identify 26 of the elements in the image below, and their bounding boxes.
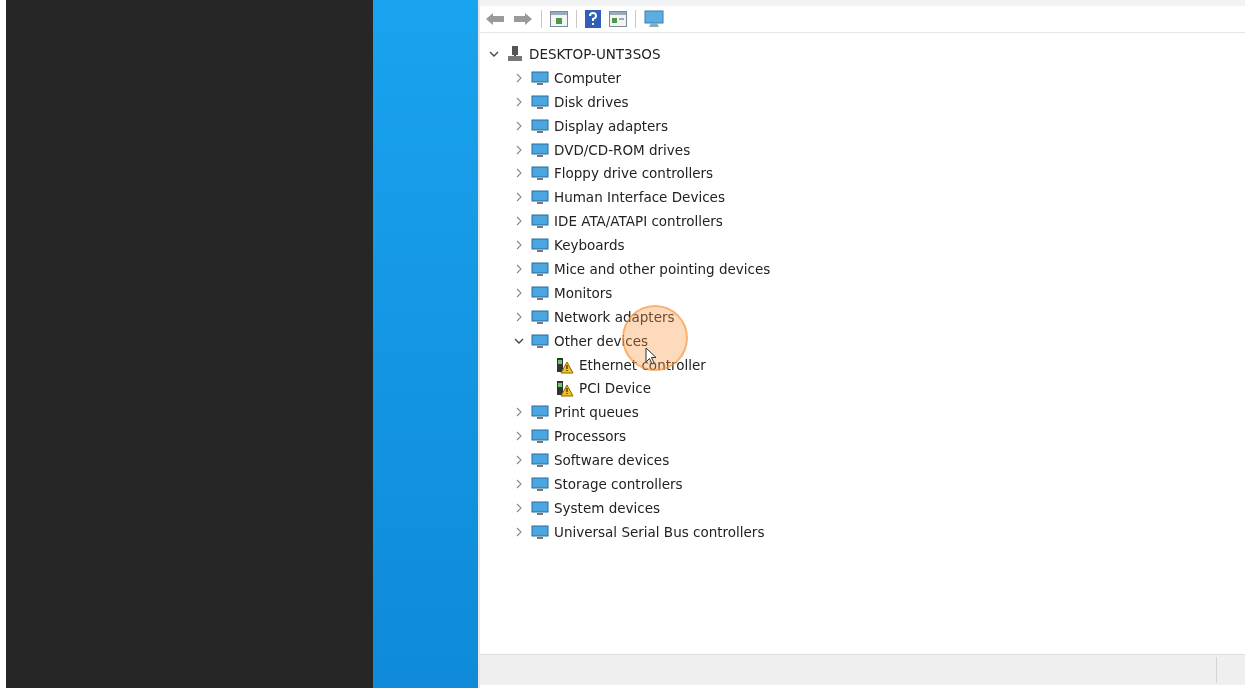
tree-item[interactable]: Storage controllers bbox=[554, 475, 683, 492]
tree-item[interactable]: Monitors bbox=[554, 284, 613, 301]
tree-item[interactable]: Keyboards bbox=[554, 237, 625, 254]
monitor-icon[interactable] bbox=[644, 10, 664, 28]
tree-item[interactable]: Other devices bbox=[554, 332, 648, 349]
tree-item[interactable]: DVD/CD-ROM drives bbox=[554, 141, 691, 158]
tree-item[interactable]: Universal Serial Bus controllers bbox=[554, 523, 765, 540]
window-icon[interactable] bbox=[609, 11, 627, 27]
tree-item[interactable]: Print queues bbox=[554, 404, 639, 421]
tree-item[interactable]: Processors bbox=[554, 428, 627, 445]
tree-item[interactable]: IDE ATA/ATAPI controllers bbox=[554, 213, 723, 230]
forward-arrow-icon[interactable] bbox=[513, 12, 533, 26]
help-icon[interactable] bbox=[585, 10, 601, 28]
tree-item[interactable]: Floppy drive controllers bbox=[554, 165, 714, 182]
properties-icon[interactable] bbox=[550, 11, 568, 27]
tree-item[interactable]: Software devices bbox=[554, 452, 670, 469]
tree-item[interactable]: Network adapters bbox=[554, 308, 675, 325]
tree-item[interactable]: Display adapters bbox=[554, 117, 668, 134]
tree-item[interactable]: Computer bbox=[554, 69, 622, 86]
tree-item[interactable]: Mice and other pointing devices bbox=[554, 260, 771, 277]
tree-item[interactable]: Disk drives bbox=[554, 93, 629, 110]
tree-item[interactable]: DESKTOP-UNT3SOS bbox=[529, 45, 661, 62]
tree-item[interactable]: System devices bbox=[554, 499, 660, 516]
tree-item[interactable]: PCI Device bbox=[579, 380, 651, 397]
tree-item[interactable]: Human Interface Devices bbox=[554, 189, 725, 206]
back-arrow-icon[interactable] bbox=[485, 12, 505, 26]
